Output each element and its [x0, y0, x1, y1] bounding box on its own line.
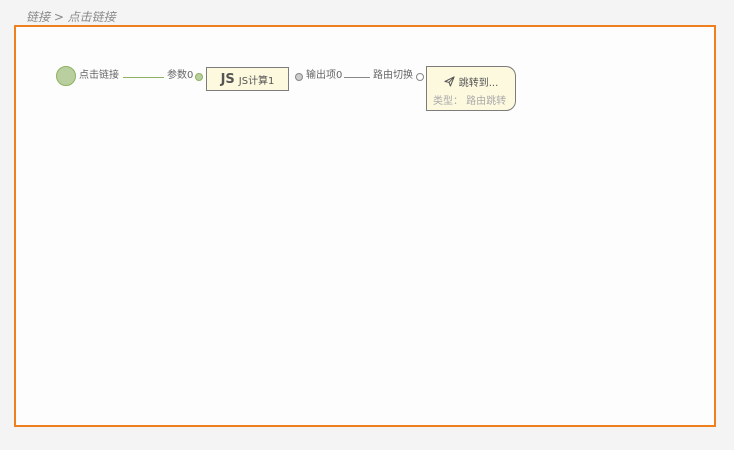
- route-port-label: 路由切换: [373, 70, 413, 81]
- jump-node-title: 跳转到...: [458, 78, 499, 89]
- param-port-label: 参数0: [167, 70, 194, 81]
- start-node-label: 点击链接: [79, 70, 119, 81]
- jump-node[interactable]: 跳转到... 类型： 路由跳转: [426, 66, 516, 111]
- breadcrumb: 链接 > 点击链接: [26, 10, 116, 24]
- output-port[interactable]: [295, 73, 303, 81]
- start-node[interactable]: [56, 66, 76, 86]
- js-compute-node[interactable]: JS JS计算1: [206, 67, 289, 91]
- jump-node-subtitle: 类型： 路由跳转: [433, 96, 507, 107]
- paper-plane-icon: [444, 76, 455, 87]
- js-icon: JS: [220, 71, 235, 87]
- js-compute-node-label: JS计算1: [238, 75, 275, 87]
- connector-start-param: [123, 77, 164, 78]
- route-port[interactable]: [416, 73, 424, 81]
- flow-canvas[interactable]: 点击链接 参数0 JS JS计算1 输出项0 路由切换 跳转到... 类型： 路…: [14, 25, 716, 427]
- output-port-label: 输出项0: [306, 70, 343, 81]
- connector-output-route: [344, 77, 370, 78]
- param-port[interactable]: [195, 73, 203, 81]
